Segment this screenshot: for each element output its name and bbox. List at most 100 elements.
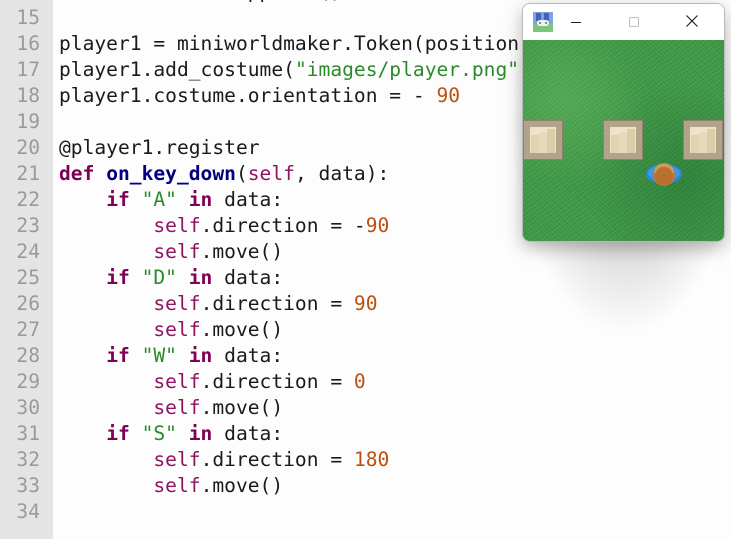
code-token-plain: .direction = xyxy=(200,292,354,315)
line-source: self.move() xyxy=(59,317,283,343)
maximize-button[interactable] xyxy=(611,4,657,40)
line-number: 31 xyxy=(16,422,40,445)
line-number: 24 xyxy=(16,240,40,263)
minimize-icon xyxy=(570,13,582,32)
code-token-str: "S" xyxy=(141,422,177,445)
code-token-plain: , data): xyxy=(294,162,390,185)
code-token-plain: .move() xyxy=(200,474,284,497)
line-source: self.move() xyxy=(59,395,283,421)
line-number: 18 xyxy=(16,84,40,107)
line-number: 17 xyxy=(16,58,40,81)
line-number: 25 xyxy=(16,266,40,289)
code-token-self: self xyxy=(153,318,201,341)
code-token-kw: def xyxy=(59,162,95,185)
code-line[interactable]: 33 self.move() xyxy=(0,473,731,499)
code-token-plain: .direction = - xyxy=(200,214,366,237)
code-token-num: 180 xyxy=(353,448,390,471)
line-number: 32 xyxy=(16,448,40,471)
line-source: if "A" in data: xyxy=(59,187,283,213)
line-number: 34 xyxy=(16,500,40,523)
code-token-num: 90 xyxy=(436,84,461,107)
close-icon xyxy=(685,13,699,32)
code-token-str: "A" xyxy=(141,188,177,211)
code-token-self: self xyxy=(247,162,295,185)
code-token-plain: .move() xyxy=(200,318,284,341)
code-token-kw: if xyxy=(106,344,130,367)
code-line[interactable]: 25 if "D" in data: xyxy=(0,265,731,291)
line-source: self.move() xyxy=(59,239,283,265)
code-token-plain: .direction = xyxy=(200,370,354,393)
code-token-plain: data: xyxy=(212,344,284,367)
code-token-self: self xyxy=(153,396,201,419)
line-source: player1 = miniworldmaker.Token(position xyxy=(59,31,519,57)
code-token-kw: if xyxy=(106,188,130,211)
code-line[interactable]: 32 self.direction = 180 xyxy=(0,447,731,473)
line-source: @player1.register xyxy=(59,135,260,161)
close-button[interactable] xyxy=(669,4,715,40)
code-token-plain: player1.costume.orientation = - xyxy=(59,84,437,107)
line-number: 15 xyxy=(16,6,40,29)
code-token-self: self xyxy=(153,448,201,471)
code-token-plain: data: xyxy=(212,188,284,211)
code-line[interactable]: 30 self.move() xyxy=(0,395,731,421)
code-token-kw: if xyxy=(106,422,130,445)
line-number: 26 xyxy=(16,292,40,315)
code-token-plain: .direction = xyxy=(200,448,354,471)
minimize-button[interactable] xyxy=(553,4,599,40)
line-number: 28 xyxy=(16,344,40,367)
code-line[interactable]: 24 self.move() xyxy=(0,239,731,265)
code-token-self: self xyxy=(153,240,201,263)
code-token-plain: ( xyxy=(235,162,248,185)
player-token-icon xyxy=(645,163,683,192)
code-token-plain: player1.add_costume( xyxy=(59,58,295,81)
code-token-kw: in xyxy=(188,188,213,211)
line-source: player1.add_costume("images/player.png" xyxy=(59,57,519,83)
code-line[interactable]: 27 self.move() xyxy=(0,317,731,343)
game-window[interactable] xyxy=(522,3,725,242)
wall-token xyxy=(683,120,723,160)
code-token-num: 90 xyxy=(365,214,390,237)
code-token-plain: .move() xyxy=(200,396,284,419)
code-token-plain: @player1.register xyxy=(59,136,260,159)
game-board[interactable] xyxy=(523,40,724,241)
code-line[interactable]: 34 xyxy=(0,499,731,525)
line-number: 30 xyxy=(16,396,40,419)
line-source: self.direction = 180 xyxy=(59,447,389,473)
code-line[interactable]: 31 if "S" in data: xyxy=(0,421,731,447)
code-line[interactable]: 28 if "W" in data: xyxy=(0,343,731,369)
code-token-str: "images/player.png" xyxy=(294,58,520,81)
line-source: def on_key_down(self, data): xyxy=(59,161,389,187)
line-number: 16 xyxy=(16,32,40,55)
code-token-kw: if xyxy=(106,266,130,289)
code-token-kw: in xyxy=(188,266,213,289)
line-number: 23 xyxy=(16,214,40,237)
window-titlebar[interactable] xyxy=(523,4,724,40)
line-number: 22 xyxy=(16,188,40,211)
code-token-plain: data: xyxy=(212,422,284,445)
line-number: 29 xyxy=(16,370,40,393)
line-source: if "S" in data: xyxy=(59,421,283,447)
code-line[interactable]: 29 self.direction = 0 xyxy=(0,369,731,395)
line-source: self.move() xyxy=(59,473,283,499)
wall-token xyxy=(523,120,563,160)
line-number: 20 xyxy=(16,136,40,159)
line-number: 27 xyxy=(16,318,40,341)
line-source: self.direction = 0 xyxy=(59,369,365,395)
code-line[interactable]: 26 self.direction = 90 xyxy=(0,291,731,317)
code-token-plain: player1 = miniworldmaker.Token(position xyxy=(59,32,520,55)
gamepad-app-icon xyxy=(533,12,553,32)
